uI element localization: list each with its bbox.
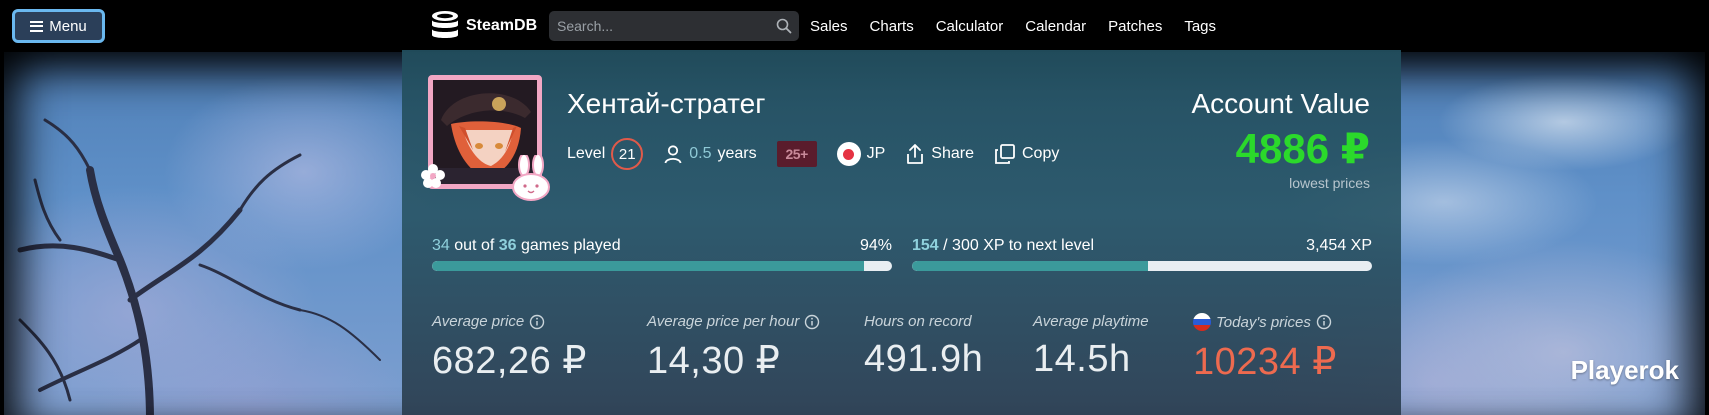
copy-label: Copy — [1022, 145, 1060, 162]
xp-rest: / 300 XP to next level — [943, 237, 1095, 254]
level-info: Level 21 — [567, 138, 644, 170]
stat-todays-prices-label: Today's prices — [1216, 313, 1311, 331]
level-label: Level — [567, 145, 606, 162]
flag-ru-icon — [1193, 313, 1211, 331]
nav-charts[interactable]: Charts — [870, 18, 914, 35]
stat-average-price-label: Average price — [432, 313, 525, 330]
games-played-percent: 94% — [859, 237, 892, 254]
country-code: JP — [866, 145, 886, 162]
search-box — [549, 11, 799, 41]
stat-average-price-value: 682,26 ₽ — [432, 340, 587, 382]
years-unit: years — [717, 145, 757, 162]
games-out-of: out of — [454, 237, 495, 254]
account-value-note: lowest prices — [1289, 175, 1370, 191]
profile-panel: Хентай-стратег Level 21 0.5 years 25+ JP — [402, 50, 1401, 415]
share-label: Share — [931, 145, 974, 162]
xp-progress-fill — [912, 261, 1148, 271]
steamdb-logo-icon — [432, 11, 458, 38]
stat-average-price-per-hour-label: Average price per hour — [647, 313, 800, 330]
stat-hours-on-record-value: 491.9h — [864, 338, 984, 380]
xp-progress-bar — [912, 261, 1372, 271]
games-played-label: games played — [520, 237, 621, 254]
profile-meta-row: Level 21 0.5 years 25+ JP Share Copy — [567, 137, 1079, 171]
menu-button[interactable]: Menu — [12, 9, 105, 43]
stat-average-playtime-label: Average playtime — [1033, 313, 1149, 330]
xp-total: 3,454 XP — [1306, 237, 1372, 254]
steamdb-logo[interactable]: SteamDB — [430, 10, 537, 42]
games-played-count: 34 — [432, 237, 450, 254]
stat-average-price-per-hour: Average price per hour 14,30 ₽ — [647, 313, 820, 383]
nav-patches[interactable]: Patches — [1108, 18, 1162, 35]
account-value: 4886 ₽ — [1235, 125, 1370, 172]
stat-hours-on-record: Hours on record 491.9h — [864, 313, 983, 381]
user-icon — [664, 145, 682, 164]
stat-average-price: Average price 682,26 ₽ — [432, 313, 587, 383]
stat-todays-prices: Today's prices 10234 ₽ — [1193, 313, 1337, 384]
account-age: 0.5 years — [663, 144, 757, 164]
watermark: Playerok — [1570, 355, 1679, 385]
games-played-progress: 34 out of 36 games played 94% — [432, 237, 892, 271]
avatar[interactable] — [421, 75, 550, 201]
games-progress-fill — [432, 261, 865, 271]
hamburger-icon — [30, 20, 44, 32]
account-value-title: Account Value — [1191, 88, 1371, 119]
xp-current: 154 — [912, 237, 939, 254]
logo-text: SteamDB — [466, 17, 538, 34]
share-icon — [907, 144, 924, 164]
nav-sales[interactable]: Sales — [810, 18, 848, 35]
stat-todays-prices-value: 10234 ₽ — [1193, 341, 1337, 383]
info-icon[interactable] — [804, 314, 820, 330]
nav-tags[interactable]: Tags — [1184, 18, 1216, 35]
copy-icon — [995, 144, 1015, 164]
xp-text: 154 / 300 XP to next level — [912, 237, 1094, 255]
years-value: 0.5 — [689, 145, 712, 162]
info-icon[interactable] — [529, 314, 545, 330]
country-info: JP — [836, 142, 886, 166]
menu-label: Menu — [49, 17, 87, 35]
nav-calculator[interactable]: Calculator — [936, 18, 1004, 35]
games-total-count: 36 — [498, 237, 517, 254]
years-of-service-badge-wrap: 25+ — [776, 141, 817, 167]
games-played-text: 34 out of 36 games played — [432, 237, 621, 255]
flag-jp-icon — [836, 142, 861, 166]
stat-hours-on-record-label: Hours on record — [864, 313, 972, 330]
info-icon[interactable] — [1316, 314, 1332, 330]
stat-average-price-per-hour-value: 14,30 ₽ — [647, 340, 781, 382]
years-of-service-badge: 25+ — [776, 141, 817, 167]
bunny-decoration — [512, 155, 550, 201]
level-badge: 21 — [611, 138, 644, 170]
stat-average-playtime-value: 14.5h — [1033, 338, 1131, 380]
top-navigation-bar: Menu SteamDB Sales Charts Calculator Cal… — [0, 0, 1709, 52]
copy-button[interactable]: Copy — [994, 143, 1059, 165]
games-progress-bar — [432, 261, 892, 271]
nav-calendar[interactable]: Calendar — [1025, 18, 1086, 35]
stat-average-playtime: Average playtime 14.5h — [1033, 313, 1149, 381]
flower-decoration — [421, 164, 445, 188]
search-input[interactable] — [549, 11, 799, 41]
main-nav: Sales Charts Calculator Calendar Patches… — [810, 0, 1216, 52]
xp-progress: 154 / 300 XP to next level 3,454 XP — [912, 237, 1372, 271]
search-icon[interactable] — [776, 18, 792, 34]
share-button[interactable]: Share — [905, 143, 974, 165]
tree-branches — [17, 118, 381, 415]
username: Хентай-стратег — [567, 88, 766, 119]
